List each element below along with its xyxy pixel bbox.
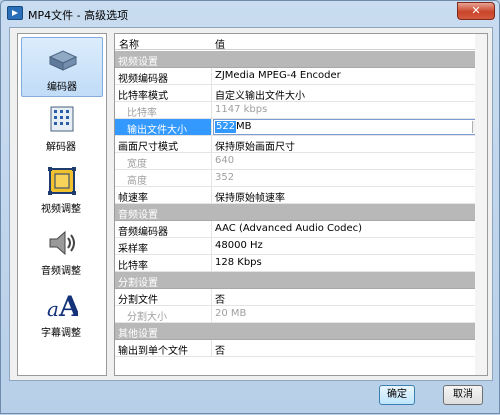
grid-row[interactable]: 高度 352	[115, 170, 487, 187]
property-value: 1147 kbps	[215, 104, 268, 115]
property-name: 分割设置	[118, 278, 158, 289]
property-name: 帧速率	[118, 193, 148, 204]
property-name: 比特率模式	[118, 91, 168, 102]
property-value[interactable]: 自定义输出文件大小	[215, 87, 485, 102]
property-name: 比特率	[127, 108, 157, 119]
output-size-input[interactable]: 522MB▲▼	[213, 119, 485, 135]
property-value[interactable]: 保持原始帧速率	[215, 189, 485, 204]
grid-row[interactable]: 比特率模式 自定义输出文件大小	[115, 85, 487, 102]
dialog-body: 编码器 解码器 视频调整 音频调整 a A 字幕调整 名称 值 视频设置 视频编…	[9, 27, 493, 381]
grid-row[interactable]: 宽度 640	[115, 153, 487, 170]
audio-adjust-icon	[49, 230, 75, 256]
property-name: 采样率	[118, 244, 148, 255]
property-name: 音频编码器	[118, 227, 168, 238]
close-button[interactable]: ✕	[457, 2, 495, 20]
nav-label: 音频调整	[41, 266, 81, 277]
column-divider	[211, 306, 212, 323]
grid-row[interactable]: 输出文件大小 522MB▲▼	[115, 119, 487, 136]
header-value: 值	[215, 40, 225, 51]
property-name: 输出到单个文件	[118, 346, 188, 357]
property-value[interactable]: ZJMedia MPEG-4 Encoder	[215, 70, 485, 81]
property-name: 画面尺寸模式	[118, 142, 178, 153]
column-divider	[211, 187, 212, 204]
nav-label: 编码器	[47, 82, 77, 93]
app-icon	[7, 6, 23, 20]
advanced-options-window: MP4文件 - 高级选项 ✕ 编码器 解码器 视频调整 音频调整 a A 字幕调…	[0, 0, 500, 414]
property-name: 分割文件	[118, 295, 158, 306]
selected-value-text: 522	[215, 121, 237, 133]
grid-row[interactable]: 分割大小 20 MB	[115, 306, 487, 323]
nav-label: 字幕调整	[41, 328, 81, 339]
property-value[interactable]: 否	[215, 342, 485, 357]
grid-row[interactable]: 比特率 128 Kbps	[115, 255, 487, 272]
value-unit: MB	[236, 121, 252, 132]
column-divider	[211, 221, 212, 238]
property-name: 高度	[127, 176, 147, 187]
column-divider	[211, 102, 212, 119]
grid-section-row: 视频设置	[115, 51, 487, 68]
property-value[interactable]: AAC (Advanced Audio Codec)	[215, 223, 485, 234]
column-divider	[211, 340, 212, 357]
column-divider	[211, 153, 212, 170]
grid-section-row: 其他设置	[115, 323, 487, 340]
grid-row[interactable]: 帧速率 保持原始帧速率	[115, 187, 487, 204]
nav-item-decoder[interactable]: 解码器	[21, 98, 103, 158]
title-bar[interactable]: MP4文件 - 高级选项 ✕	[1, 1, 499, 27]
encoder-icon	[48, 50, 78, 71]
property-name: 比特率	[118, 261, 148, 272]
grid-section-row: 分割设置	[115, 272, 487, 289]
property-name: 分割大小	[127, 312, 167, 323]
nav-item-encoder[interactable]: 编码器	[21, 37, 103, 97]
grid-header: 名称 值	[115, 34, 487, 51]
property-grid: 名称 值 视频设置视频编码器 ZJMedia MPEG-4 Encoder 比特率模…	[114, 33, 488, 376]
header-name: 名称	[119, 40, 139, 51]
subtitle-adjust-icon: a A	[47, 290, 78, 321]
property-name: 宽度	[127, 159, 147, 170]
property-name: 视频编码器	[118, 74, 168, 85]
column-divider	[211, 238, 212, 255]
column-divider	[211, 85, 212, 102]
property-value: 352	[215, 172, 235, 183]
column-divider	[211, 170, 212, 187]
grid-section-row: 音频设置	[115, 204, 487, 221]
window-title: MP4文件 - 高级选项	[28, 9, 129, 22]
dialog-footer: 确定 取消	[9, 381, 493, 415]
property-name: 输出文件大小	[127, 125, 187, 136]
cancel-button[interactable]: 取消	[443, 385, 483, 405]
ok-button[interactable]: 确定	[379, 385, 415, 405]
nav-item-audio-adjust[interactable]: 音频调整	[21, 222, 103, 282]
property-name: 音频设置	[118, 210, 158, 221]
property-value[interactable]: 否	[215, 291, 485, 306]
category-panel: 编码器 解码器 视频调整 音频调整 a A 字幕调整	[17, 33, 107, 376]
grid-row[interactable]: 采样率 48000 Hz	[115, 238, 487, 255]
grid-row[interactable]: 输出到单个文件 否	[115, 340, 487, 357]
column-divider	[211, 136, 212, 153]
svg-text:A: A	[58, 290, 78, 321]
vertical-scrollbar[interactable]	[475, 34, 487, 375]
nav-label: 视频调整	[41, 204, 81, 215]
property-name: 视频设置	[118, 57, 158, 68]
nav-label: 解码器	[46, 142, 76, 153]
property-value[interactable]: 48000 Hz	[215, 240, 485, 251]
property-value[interactable]: 保持原始画面尺寸	[215, 138, 485, 153]
property-name: 其他设置	[118, 329, 158, 340]
grid-row[interactable]: 分割文件 否	[115, 289, 487, 306]
property-value: 20 MB	[215, 308, 247, 319]
property-value: 640	[215, 155, 235, 166]
nav-item-video-adjust[interactable]: 视频调整	[21, 160, 103, 220]
column-divider	[211, 289, 212, 306]
column-divider	[211, 68, 212, 85]
grid-row[interactable]: 视频编码器 ZJMedia MPEG-4 Encoder	[115, 68, 487, 85]
svg-text:a: a	[47, 297, 59, 321]
nav-item-subtitle-adjust[interactable]: a A 字幕调整	[21, 284, 103, 344]
grid-row[interactable]: 比特率 1147 kbps	[115, 102, 487, 119]
column-divider	[211, 255, 212, 272]
property-value[interactable]: 128 Kbps	[215, 257, 485, 268]
decoder-icon	[50, 106, 74, 132]
column-divider	[211, 119, 212, 136]
video-adjust-icon	[48, 167, 76, 195]
grid-row[interactable]: 音频编码器 AAC (Advanced Audio Codec)	[115, 221, 487, 238]
grid-row[interactable]: 画面尺寸模式 保持原始画面尺寸	[115, 136, 487, 153]
